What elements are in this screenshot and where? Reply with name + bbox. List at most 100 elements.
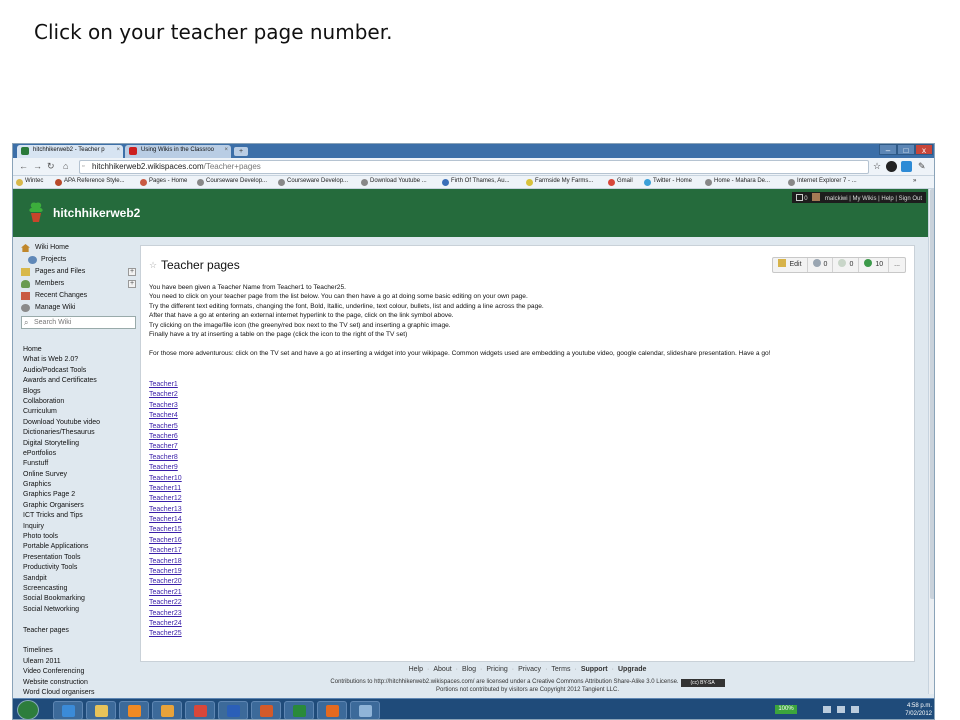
sidebar-item-wiki-home[interactable]: Wiki Home xyxy=(21,242,136,254)
nav-link[interactable]: Screencasting xyxy=(23,584,133,594)
bookmark-item[interactable]: Home - Mahara De... xyxy=(705,178,770,186)
footer-link[interactable]: Support xyxy=(581,666,608,673)
follow-star-icon[interactable]: ☆ xyxy=(149,260,157,271)
nav-link[interactable]: Presentation Tools xyxy=(23,553,133,563)
taskbar-app-button[interactable] xyxy=(284,701,314,719)
teacher-link[interactable]: Teacher16 xyxy=(149,536,182,546)
bookmark-item[interactable]: Farmside My Farms... xyxy=(526,178,593,186)
discussion-button[interactable]: 0 xyxy=(833,258,860,272)
nav-link[interactable]: Video Conferencing xyxy=(23,667,133,677)
edit-button[interactable]: Edit xyxy=(773,258,808,272)
bookmark-item[interactable]: Twitter - Home xyxy=(644,178,692,186)
add-member-icon[interactable]: + xyxy=(128,280,136,288)
teacher-link[interactable]: Teacher19 xyxy=(149,567,182,577)
teacher-link[interactable]: Teacher20 xyxy=(149,577,182,587)
bookmark-item[interactable]: Download Youtube ... xyxy=(361,178,427,186)
taskbar-app-button[interactable] xyxy=(152,701,182,719)
taskbar-app-button[interactable] xyxy=(317,701,347,719)
system-clock[interactable]: 4:58 p.m. 7/02/2012 xyxy=(905,702,932,718)
sidebar-item-manage-wiki[interactable]: Manage Wiki xyxy=(21,302,136,314)
bookmarks-overflow-icon[interactable]: » xyxy=(913,178,916,184)
footer-link[interactable]: Blog xyxy=(462,666,476,673)
teacher-link[interactable]: Teacher2 xyxy=(149,390,182,400)
nav-link[interactable]: Sandpit xyxy=(23,574,133,584)
nav-link[interactable]: Timelines xyxy=(23,646,133,656)
site-name[interactable]: hitchhikerweb2 xyxy=(53,206,140,220)
tab-hitchhikerweb2[interactable]: hitchhikerweb2 - Teacher p × xyxy=(17,145,123,158)
footer-link[interactable]: Terms xyxy=(551,666,570,673)
teacher-link[interactable]: Teacher7 xyxy=(149,442,182,452)
reload-icon[interactable]: ↻ xyxy=(47,161,55,172)
cc-badge[interactable]: (cc) BY-SA xyxy=(680,679,725,687)
address-bar[interactable]: ▫ hitchhikerweb2.wikispaces.com/Teacher+… xyxy=(79,160,869,174)
teacher-link[interactable]: Teacher12 xyxy=(149,494,182,504)
taskbar-app-button[interactable] xyxy=(218,701,248,719)
teacher-link[interactable]: Teacher15 xyxy=(149,525,182,535)
add-page-icon[interactable]: + xyxy=(128,268,136,276)
nav-link[interactable]: Graphics xyxy=(23,480,133,490)
maximize-button[interactable]: □ xyxy=(897,144,915,155)
teacher-link[interactable]: Teacher10 xyxy=(149,474,182,484)
nav-link[interactable]: Audio/Podcast Tools xyxy=(23,366,133,376)
teacher-link[interactable]: Teacher22 xyxy=(149,598,182,608)
username-link[interactable]: malckiwi xyxy=(825,196,848,202)
forward-arrow-icon[interactable]: → xyxy=(33,161,42,171)
footer-link[interactable]: About xyxy=(433,666,451,673)
bookmark-item[interactable]: Wintec xyxy=(16,178,43,186)
my-wikis-link[interactable]: My Wikis xyxy=(852,196,876,202)
teacher-link[interactable]: Teacher8 xyxy=(149,453,182,463)
teacher-link[interactable]: Teacher3 xyxy=(149,401,182,411)
teacher-link[interactable]: Teacher11 xyxy=(149,484,182,494)
nav-link[interactable]: Teacher pages xyxy=(23,626,133,636)
start-button-icon[interactable] xyxy=(17,700,39,719)
volume-icon[interactable] xyxy=(837,706,845,713)
scrollbar-thumb[interactable] xyxy=(930,189,934,599)
teacher-link[interactable]: Teacher17 xyxy=(149,546,182,556)
nav-link[interactable]: Blogs xyxy=(23,387,133,397)
history-button[interactable]: 10 xyxy=(859,258,890,272)
home-icon[interactable]: ⌂ xyxy=(63,161,68,171)
nav-link[interactable]: Awards and Certificates xyxy=(23,376,133,386)
extension-icon[interactable] xyxy=(886,161,897,172)
close-tab-icon[interactable]: × xyxy=(116,147,120,153)
sidebar-item-recent-changes[interactable]: Recent Changes xyxy=(21,290,136,302)
nav-link[interactable]: Digital Storytelling xyxy=(23,439,133,449)
nav-link[interactable]: ICT Tricks and Tips xyxy=(23,511,133,521)
bookmark-item[interactable]: Courseware Develop... xyxy=(278,178,348,186)
flag-icon[interactable] xyxy=(851,706,859,713)
avatar[interactable] xyxy=(812,193,821,201)
sign-out-link[interactable]: Sign Out xyxy=(899,196,922,202)
tab-using-wikis[interactable]: Using Wikis in the Classroo × xyxy=(125,145,231,158)
teacher-link[interactable]: Teacher6 xyxy=(149,432,182,442)
page-scrollbar[interactable] xyxy=(928,189,934,694)
footer-link[interactable]: Upgrade xyxy=(618,666,646,673)
more-actions-button[interactable]: ... xyxy=(889,258,905,272)
teacher-link[interactable]: Teacher25 xyxy=(149,629,182,639)
sidebar-item-pages-and-files[interactable]: Pages and Files + xyxy=(21,266,136,278)
back-arrow-icon[interactable]: ← xyxy=(19,161,28,171)
taskbar-app-button[interactable] xyxy=(185,701,215,719)
nav-link[interactable]: Funstuff xyxy=(23,459,133,469)
teacher-link[interactable]: Teacher9 xyxy=(149,463,182,473)
bookmark-item[interactable]: APA Reference Style... xyxy=(55,178,125,186)
extension-icon[interactable] xyxy=(901,161,912,172)
bookmark-item[interactable]: Internet Explorer 7 - ... xyxy=(788,178,857,186)
search-wiki-input[interactable]: ⌕ Search Wiki xyxy=(21,316,136,329)
teacher-link[interactable]: Teacher1 xyxy=(149,380,182,390)
new-tab-button[interactable]: + xyxy=(234,147,248,156)
bookmark-star-icon[interactable]: ☆ xyxy=(873,161,881,172)
nav-link[interactable]: Social Bookmarking xyxy=(23,594,133,604)
teacher-link[interactable]: Teacher5 xyxy=(149,422,182,432)
taskbar-app-button[interactable] xyxy=(251,701,281,719)
nav-link[interactable]: Inquiry xyxy=(23,522,133,532)
network-icon[interactable] xyxy=(823,706,831,713)
teacher-link[interactable]: Teacher24 xyxy=(149,619,182,629)
comments-button[interactable]: 0 xyxy=(808,258,834,272)
nav-link[interactable]: Social Networking xyxy=(23,605,133,615)
nav-link[interactable]: Ulearn 2011 xyxy=(23,657,133,667)
wrench-icon[interactable]: ✎ xyxy=(918,161,926,172)
close-window-button[interactable]: x xyxy=(915,144,933,155)
footer-link[interactable]: Pricing xyxy=(486,666,507,673)
minimize-button[interactable]: – xyxy=(879,144,897,155)
nav-link[interactable]: Graphics Page 2 xyxy=(23,490,133,500)
